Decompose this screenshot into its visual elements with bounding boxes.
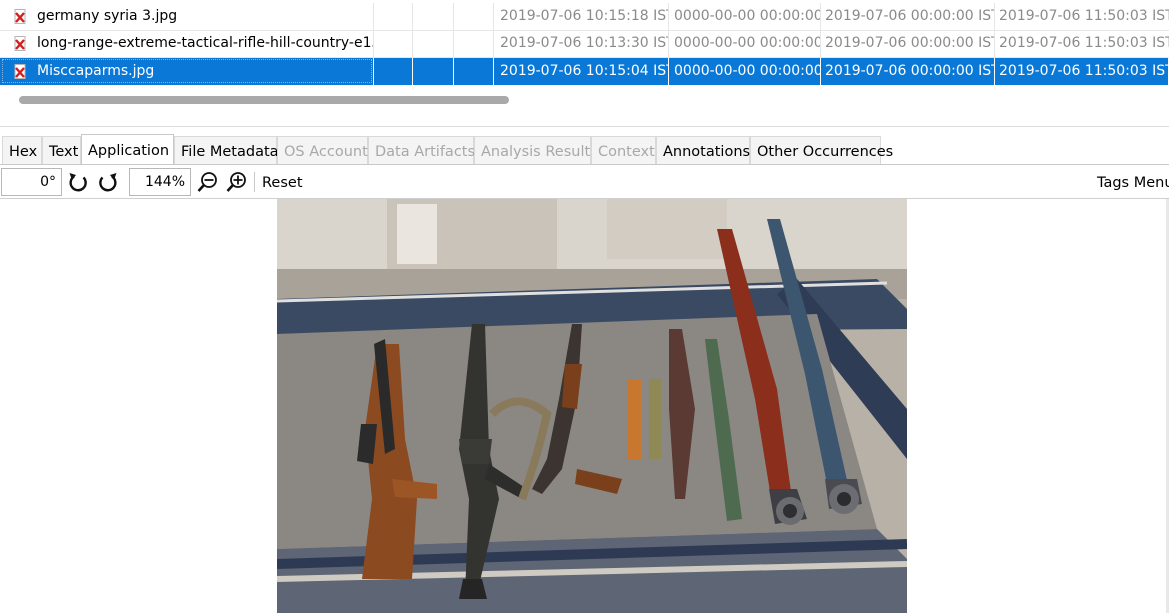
score-cell <box>374 58 413 85</box>
occurrences-cell <box>454 3 494 30</box>
pane-splitter[interactable] <box>0 126 1169 127</box>
zoom-level-field[interactable]: 144% <box>129 168 191 196</box>
tab-data-artifacts[interactable]: Data Artifacts <box>368 136 475 164</box>
zoom-out-icon[interactable] <box>196 170 220 194</box>
modified-time-cell: 2019-07-06 10:13:30 IST <box>494 30 669 57</box>
broken-image-file-icon <box>14 9 26 24</box>
tab-other-occurrences[interactable]: Other Occurrences <box>750 136 893 164</box>
access-time-cell: 2019-07-06 00:00:00 IST <box>821 30 995 57</box>
comment-cell <box>413 30 454 57</box>
created-time-cell: 2019-07-06 11:50:03 IST <box>995 58 1169 85</box>
tab-application[interactable]: Application <box>81 134 174 164</box>
file-name-cell[interactable]: long-range-extreme-tactical-rifle-hill-c… <box>0 30 374 57</box>
image-viewer-toolbar: 0° 144% Reset Tags Menu <box>0 166 1169 199</box>
rotation-field[interactable]: 0° <box>1 168 62 196</box>
change-time-cell: 0000-00-00 00:00:00 <box>669 30 821 57</box>
comment-cell <box>413 58 454 85</box>
toolbar-separator <box>254 172 255 192</box>
modified-time-cell: 2019-07-06 10:15:18 IST <box>494 3 669 30</box>
zoom-in-icon[interactable] <box>225 170 249 194</box>
created-time-cell: 2019-07-06 11:50:03 IST <box>999 8 1169 24</box>
table-row[interactable]: long-range-extreme-tactical-rifle-hill-c… <box>0 30 1169 58</box>
table-row-selected[interactable]: Misccaparms.jpg 2019-07-06 10:15:04 IST … <box>0 58 1169 85</box>
file-name: long-range-extreme-tactical-rifle-hill-c… <box>37 35 374 51</box>
access-time-cell: 2019-07-06 00:00:00 IST <box>821 3 995 30</box>
file-name: germany syria 3.jpg <box>37 8 178 24</box>
file-name-cell[interactable]: Misccaparms.jpg <box>0 58 374 85</box>
tags-menu-button[interactable]: Tags Menu <box>1097 170 1169 194</box>
tab-annotations[interactable]: Annotations <box>656 136 750 164</box>
broken-image-file-icon <box>14 36 26 51</box>
occurrences-cell <box>454 30 494 57</box>
tab-hex[interactable]: Hex <box>2 136 42 164</box>
tab-os-account[interactable]: OS Account <box>277 136 368 164</box>
table-row[interactable]: germany syria 3.jpg 2019-07-06 10:15:18 … <box>0 3 1169 31</box>
rotate-counterclockwise-icon[interactable] <box>66 170 90 194</box>
created-time-cell: 2019-07-06 11:50:03 IST <box>999 35 1169 51</box>
content-viewer-tabs: Hex Text Application File Metadata OS Ac… <box>0 134 1169 165</box>
occurrences-cell <box>454 58 494 85</box>
displayed-image <box>277 199 907 613</box>
broken-image-file-icon <box>14 64 26 79</box>
horizontal-scrollbar-thumb[interactable] <box>19 96 509 104</box>
change-time-cell: 0000-00-00 00:00:00 <box>669 58 821 85</box>
tab-analysis-results[interactable]: Analysis Results <box>474 136 598 164</box>
access-time-cell: 2019-07-06 00:00:00 IST <box>821 58 995 85</box>
score-cell <box>374 3 413 30</box>
score-cell <box>374 30 413 57</box>
file-name-cell[interactable]: germany syria 3.jpg <box>0 3 374 30</box>
change-time-cell: 0000-00-00 00:00:00 <box>669 3 821 30</box>
tab-text[interactable]: Text <box>42 136 81 164</box>
tab-context[interactable]: Context <box>591 136 656 164</box>
comment-cell <box>413 3 454 30</box>
rotate-clockwise-icon[interactable] <box>96 170 120 194</box>
reset-button[interactable]: Reset <box>262 170 303 194</box>
tab-file-metadata[interactable]: File Metadata <box>174 136 279 164</box>
modified-time-cell: 2019-07-06 10:15:04 IST <box>494 58 669 85</box>
file-name: Misccaparms.jpg <box>37 63 155 79</box>
